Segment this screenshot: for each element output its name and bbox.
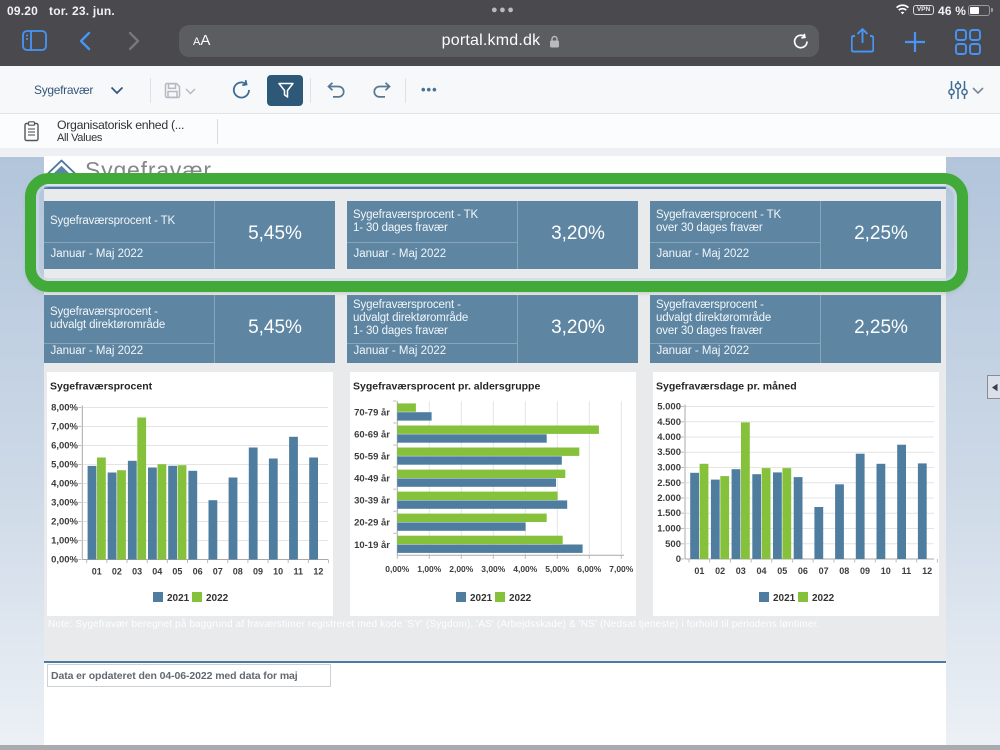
svg-text:0,00%: 0,00% [385, 564, 410, 574]
svg-text:10-19 år: 10-19 år [354, 540, 390, 551]
svg-text:Sygefraværsprocent: Sygefraværsprocent [50, 381, 153, 393]
svg-text:02: 02 [112, 567, 122, 577]
svg-text:11: 11 [294, 567, 304, 577]
svg-text:06: 06 [193, 567, 203, 577]
svg-text:2022: 2022 [509, 593, 532, 604]
svg-text:07: 07 [213, 567, 223, 577]
svg-text:Sygefraværsprocent pr. aldersg: Sygefraværsprocent pr. aldersgruppe [353, 381, 540, 393]
svg-text:2,00%: 2,00% [51, 517, 78, 528]
svg-text:05: 05 [777, 566, 787, 576]
svg-text:2021: 2021 [773, 593, 796, 604]
svg-text:03: 03 [736, 566, 746, 576]
svg-text:01: 01 [92, 567, 102, 577]
svg-text:05: 05 [172, 567, 182, 577]
svg-text:1,00%: 1,00% [51, 536, 78, 547]
svg-text:20-29 år: 20-29 år [354, 518, 390, 529]
svg-text:0: 0 [676, 554, 681, 565]
svg-text:01: 01 [694, 566, 704, 576]
svg-text:500: 500 [665, 539, 681, 550]
svg-text:2021: 2021 [470, 593, 493, 604]
svg-text:8,00%: 8,00% [51, 403, 78, 414]
svg-text:08: 08 [839, 566, 849, 576]
svg-text:7,00%: 7,00% [609, 564, 634, 574]
svg-text:10: 10 [273, 567, 283, 577]
svg-text:06: 06 [798, 566, 808, 576]
svg-text:40-49 år: 40-49 år [354, 474, 390, 485]
svg-text:08: 08 [233, 567, 243, 577]
svg-text:4.500: 4.500 [657, 417, 681, 428]
svg-text:07: 07 [819, 566, 829, 576]
svg-text:4,00%: 4,00% [513, 564, 538, 574]
svg-text:5.000: 5.000 [657, 402, 681, 413]
svg-text:5,00%: 5,00% [51, 460, 78, 471]
svg-text:3,00%: 3,00% [51, 498, 78, 509]
svg-text:7,00%: 7,00% [51, 422, 78, 433]
svg-text:2.500: 2.500 [657, 478, 681, 489]
svg-text:10: 10 [881, 566, 891, 576]
svg-text:3.500: 3.500 [657, 447, 681, 458]
svg-text:2021: 2021 [167, 593, 190, 604]
svg-text:2.000: 2.000 [657, 493, 681, 504]
svg-text:2022: 2022 [812, 593, 835, 604]
svg-text:30-39 år: 30-39 år [354, 496, 390, 507]
svg-text:Sygefraværsdage pr. måned: Sygefraværsdage pr. måned [656, 381, 797, 393]
svg-text:4,00%: 4,00% [51, 479, 78, 490]
svg-text:3,00%: 3,00% [481, 564, 506, 574]
svg-text:11: 11 [902, 566, 912, 576]
svg-text:5,00%: 5,00% [545, 564, 570, 574]
svg-text:09: 09 [253, 567, 263, 577]
svg-text:1,00%: 1,00% [417, 564, 442, 574]
svg-text:50-59 år: 50-59 år [354, 452, 390, 463]
svg-text:4.000: 4.000 [657, 432, 681, 443]
svg-text:12: 12 [922, 566, 932, 576]
svg-text:2,00%: 2,00% [449, 564, 474, 574]
svg-text:6,00%: 6,00% [577, 564, 602, 574]
svg-text:1.500: 1.500 [657, 508, 681, 519]
svg-text:03: 03 [132, 567, 142, 577]
svg-text:2022: 2022 [206, 593, 229, 604]
svg-text:02: 02 [715, 566, 725, 576]
svg-text:6,00%: 6,00% [51, 441, 78, 452]
svg-text:0,00%: 0,00% [51, 555, 78, 566]
svg-text:70-79 år: 70-79 år [354, 408, 390, 419]
svg-text:60-69 år: 60-69 år [354, 430, 390, 441]
svg-text:09: 09 [860, 566, 870, 576]
svg-text:3.000: 3.000 [657, 463, 681, 474]
svg-text:1.000: 1.000 [657, 524, 681, 535]
svg-text:12: 12 [313, 567, 323, 577]
svg-text:04: 04 [756, 566, 766, 576]
svg-text:04: 04 [152, 567, 162, 577]
